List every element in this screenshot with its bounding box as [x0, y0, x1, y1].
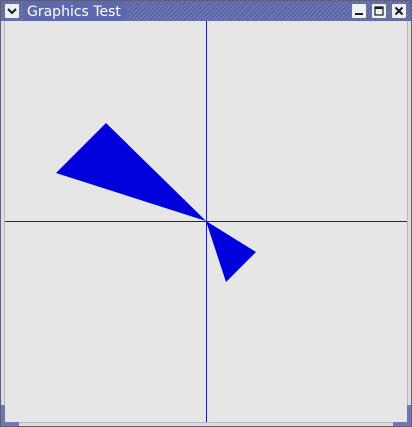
- maximize-icon: [374, 6, 384, 16]
- window-frame-right[interactable]: [407, 21, 411, 422]
- close-icon: [394, 6, 404, 16]
- window-frame-bottom[interactable]: [1, 422, 411, 426]
- minimize-button[interactable]: [351, 3, 367, 19]
- drawing-canvas-area: [5, 21, 407, 422]
- title-band: Graphics Test: [23, 1, 127, 21]
- graphics-canvas: [5, 21, 407, 422]
- chevron-down-icon: [7, 8, 17, 15]
- app-window: Graphics Test: [0, 0, 412, 427]
- minimize-icon: [355, 13, 363, 15]
- large-triangle-shape: [56, 123, 206, 221]
- maximize-button[interactable]: [371, 3, 387, 19]
- window-title: Graphics Test: [27, 4, 121, 20]
- window-menu-button[interactable]: [4, 3, 20, 19]
- close-button[interactable]: [391, 3, 407, 19]
- title-bar[interactable]: Graphics Test: [1, 1, 411, 22]
- small-triangle-shape: [206, 221, 256, 282]
